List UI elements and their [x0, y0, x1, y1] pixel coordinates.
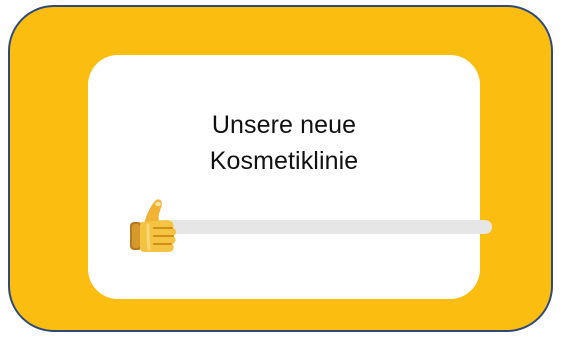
poll-question-line-1: Unsere neue: [211, 111, 357, 139]
poll-question: Unsere neue Kosmetiklinie: [88, 107, 480, 179]
emoji-slider-track[interactable]: [146, 220, 492, 234]
thumbs-up-icon: [130, 199, 176, 252]
poll-question-line-2: Kosmetiklinie: [209, 147, 359, 175]
slider-thumb[interactable]: [124, 195, 184, 259]
emoji-slider-frame: Unsere neue Kosmetiklinie: [8, 5, 553, 332]
emoji-slider-card: Unsere neue Kosmetiklinie: [88, 55, 492, 299]
